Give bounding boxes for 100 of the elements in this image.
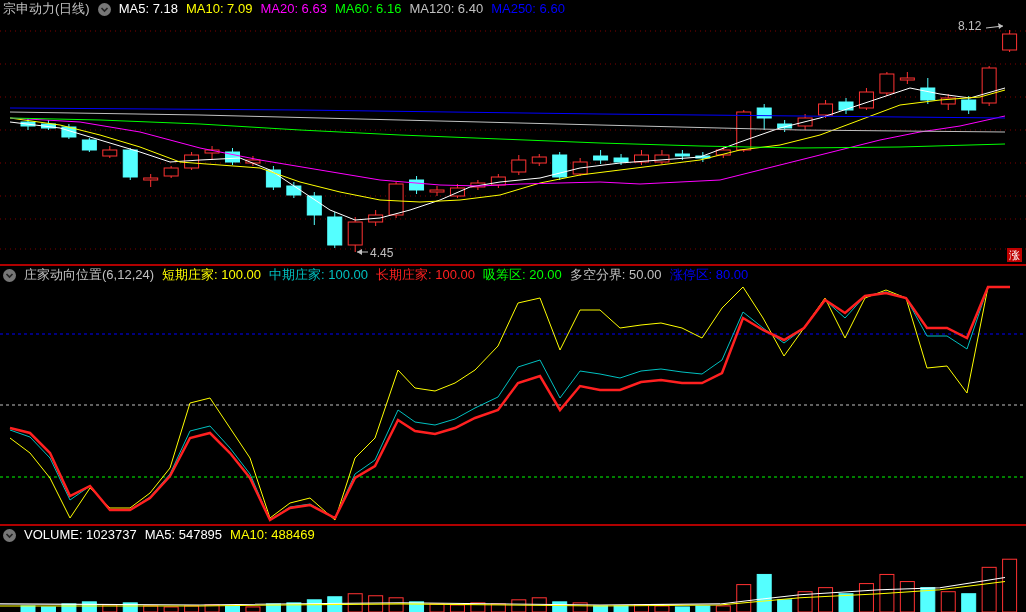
candlestick — [81, 137, 97, 153]
volume-bar — [81, 601, 97, 612]
volume-bar — [654, 605, 670, 612]
candlestick — [674, 149, 690, 161]
volume-bar — [1002, 558, 1018, 612]
volume-bar — [593, 605, 609, 612]
volume-bar — [736, 584, 752, 612]
candlestick — [490, 173, 506, 189]
candlestick — [634, 149, 649, 166]
volume-bar — [184, 605, 200, 612]
candlestick — [306, 191, 322, 226]
candlestick — [429, 185, 445, 197]
candlestick — [286, 181, 302, 199]
volume-bar — [899, 581, 915, 612]
collapse-icon[interactable] — [97, 2, 111, 16]
volume-bar — [634, 604, 649, 612]
volume-bar — [572, 602, 588, 612]
volume-bar — [818, 587, 834, 612]
volume-bar — [961, 593, 977, 612]
candlestick — [327, 211, 343, 249]
volume-bar — [879, 573, 895, 612]
indicator-label: MA250: 6.60 — [491, 0, 565, 18]
candlestick — [654, 149, 670, 165]
volume-bar — [20, 605, 36, 612]
candlestick — [184, 151, 200, 171]
candlestick — [204, 145, 220, 161]
collapse-icon[interactable] — [3, 528, 16, 542]
candlestick — [961, 95, 977, 115]
volume-bar — [981, 566, 997, 612]
candlestick — [981, 65, 997, 107]
candlestick — [388, 181, 404, 219]
candlestick — [143, 173, 159, 188]
volume-bar — [715, 605, 731, 612]
indicator-label: 长期庄家: 100.00 — [376, 266, 476, 284]
candlestick — [1002, 29, 1018, 53]
candlestick — [695, 151, 711, 163]
candlestick — [347, 216, 363, 253]
indicator-label: 多空分界: 50.00 — [569, 266, 662, 284]
volume-bar — [470, 602, 486, 612]
candlestick — [225, 147, 240, 166]
volume-bar — [920, 587, 936, 612]
indicator-label: MA10: 488469 — [230, 526, 315, 544]
candlestick — [572, 157, 588, 177]
candlestick — [102, 145, 118, 159]
price-label: 8.12 — [958, 19, 982, 33]
chart-title: 庄家动向位置(6,12,24) — [24, 266, 155, 284]
volume-bar — [449, 604, 465, 612]
candlestick — [899, 71, 915, 85]
candlestick — [40, 119, 56, 131]
candlestick — [818, 99, 834, 119]
candlestick — [797, 113, 813, 131]
limit-up-badge: 涨 — [1007, 248, 1022, 262]
indicator-label: MA5: 7.18 — [118, 0, 178, 18]
indicator-label: VOLUME: 1023737 — [24, 526, 137, 544]
leader-arrow — [985, 23, 1004, 29]
candlestick — [593, 149, 609, 165]
candlestick — [245, 155, 261, 167]
volume-bar — [163, 606, 179, 612]
candlestick — [61, 123, 77, 140]
volume-bar — [143, 605, 159, 612]
volume-bar — [858, 583, 874, 612]
candlestick — [777, 119, 793, 133]
candlestick — [163, 165, 179, 179]
volume-bar — [674, 606, 690, 612]
volume-bar — [245, 606, 261, 612]
volume-bar — [61, 603, 77, 612]
volume-bar — [225, 605, 240, 612]
volume-bar — [347, 593, 363, 612]
candlestick — [368, 209, 384, 227]
candlestick — [756, 103, 772, 131]
volume-bar — [490, 603, 506, 612]
indicator-label: 中期庄家: 100.00 — [269, 266, 369, 284]
volume-bar — [838, 593, 854, 612]
volume-bar — [940, 591, 956, 612]
volume-bar — [102, 604, 118, 612]
volume-bar — [552, 601, 568, 612]
indicator-label: 短期庄家: 100.00 — [162, 266, 262, 284]
collapse-icon[interactable] — [3, 268, 16, 282]
volume-bar — [613, 605, 629, 612]
volume-bar — [756, 573, 772, 612]
candlestick — [920, 77, 936, 105]
candlestick — [470, 179, 486, 191]
volume-bar — [695, 605, 711, 612]
volume-bar — [286, 602, 302, 612]
indicator-label: MA60: 6.16 — [334, 0, 402, 18]
price-label: 4.45 — [370, 246, 394, 260]
indicator-label: MA20: 6.63 — [260, 0, 327, 18]
chart-title: 宗申动力(日线) — [3, 0, 90, 18]
volume-bar — [265, 603, 281, 612]
candlestick — [552, 151, 568, 181]
candlestick — [511, 154, 527, 176]
volume-bar — [204, 604, 220, 612]
volume-bar — [409, 601, 425, 612]
indicator-label: MA5: 547895 — [144, 526, 223, 544]
candlestick — [838, 97, 854, 115]
indicator-label: MA120: 6.40 — [409, 0, 484, 18]
indicator-label: 吸筹区: 20.00 — [483, 266, 562, 284]
volume-bar — [429, 603, 445, 612]
candlestick — [531, 153, 547, 167]
candlestick — [449, 183, 465, 199]
